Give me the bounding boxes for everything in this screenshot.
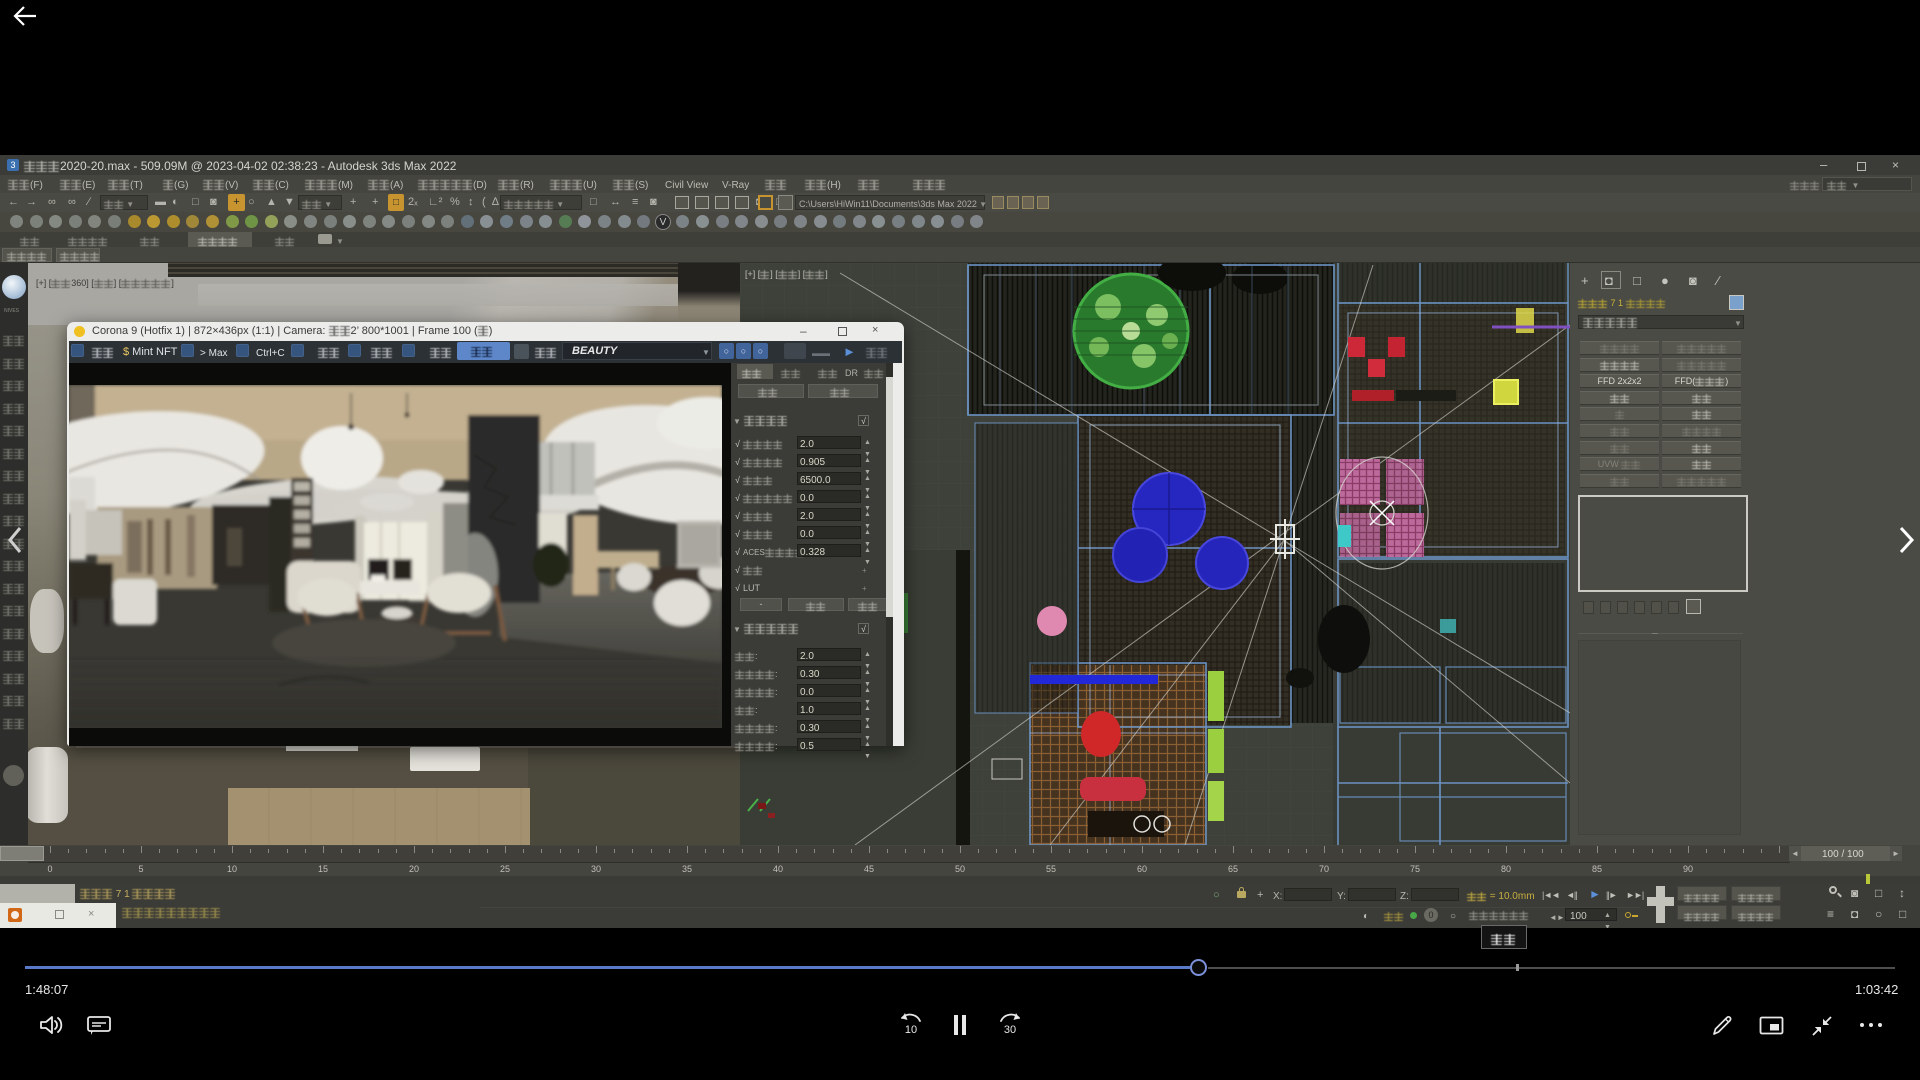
svg-text:10: 10	[905, 1024, 917, 1036]
svg-text:30: 30	[1004, 1024, 1016, 1036]
